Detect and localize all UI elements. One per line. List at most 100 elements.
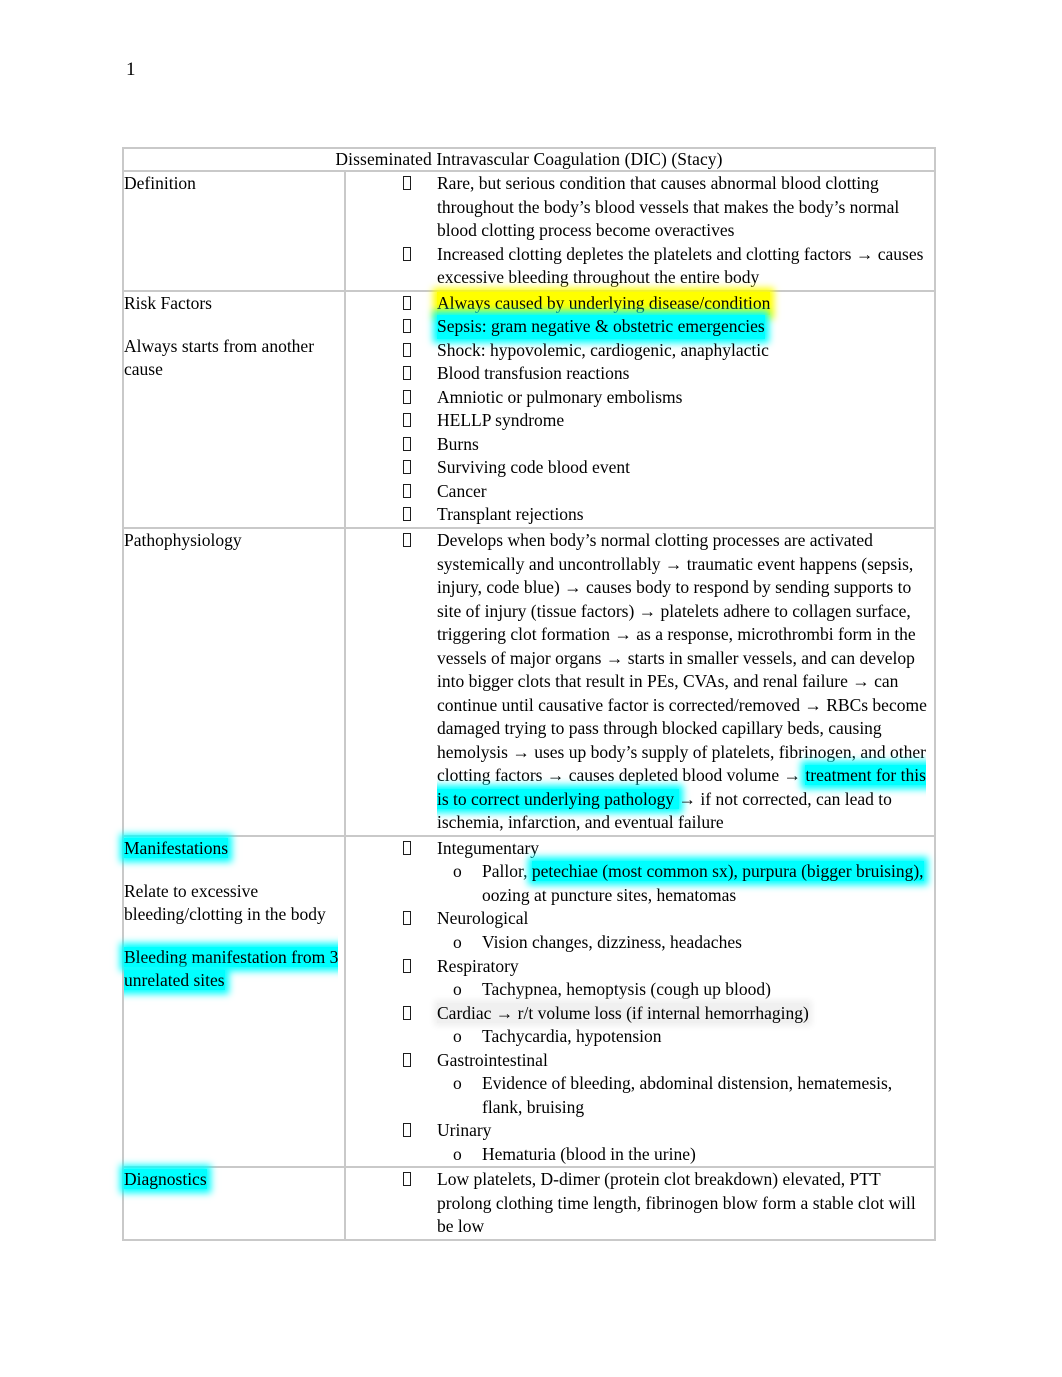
bullet-box-icon — [403, 532, 411, 547]
table-row-manifestations: Manifestations Relate to excessive bleed… — [122, 834, 937, 1169]
list-item: Respiratory o Tachypnea, hemoptysis (coug… — [346, 955, 934, 1002]
list-item: Cancer — [346, 480, 934, 504]
sub-text: Tachypnea, hemoptysis (cough up blood) — [482, 979, 771, 1000]
pathophysiology-bullet-list: Develops when body’s normal clotting pro… — [346, 529, 934, 835]
row-label-note-2: Bleeding manifestation from 3 unrelated … — [124, 946, 344, 992]
row-label-text: Diagnostics — [124, 1168, 344, 1191]
list-item: o Tachypnea, hemoptysis (cough up blood) — [437, 978, 934, 1002]
list-item: Always caused by underlying disease/cond… — [346, 291, 934, 316]
bullet-box-icon — [403, 911, 411, 926]
dic-study-table: Disseminated Intravascular Coagulation (… — [121, 147, 937, 1241]
list-item: Sepsis: gram negative & obstetric emerge… — [346, 315, 934, 339]
table-row-pathophysiology: Pathophysiology Develops when body’s nor… — [122, 526, 937, 837]
bullet-box-icon — [403, 1052, 411, 1067]
bullet-box-icon — [403, 436, 411, 451]
bullet-text: Surviving code blood event — [437, 457, 630, 478]
bullet-text: Shock: hypovolemic, cardiogenic, anaphyl… — [437, 339, 769, 360]
manifestations-sub-list: o Pallor, petechiae (most common sx), pur… — [437, 860, 934, 907]
list-item: Cardiac → r/t volume loss (if internal h… — [346, 1002, 934, 1049]
sub-bullet-marker: o — [453, 979, 462, 1000]
row-label-note: Relate to excessive bleeding/clotting in… — [124, 880, 326, 925]
row-label-definition: Definition — [122, 170, 346, 292]
list-item: o Tachycardia, hypotension — [437, 1025, 934, 1049]
pathophysiology-text-before: Develops when body’s normal clotting pro… — [437, 529, 927, 786]
table-row-definition: Definition Rare, but serious condition t… — [122, 170, 937, 292]
bullet-box-icon — [403, 840, 411, 855]
bullet-box-icon — [403, 342, 411, 357]
group-heading: Gastrointestinal — [437, 1049, 548, 1070]
list-item: Develops when body’s normal clotting pro… — [346, 529, 934, 835]
sub-text: Tachycardia, hypotension — [482, 1026, 662, 1047]
risk-factors-bullet-list: Always caused by underlying disease/cond… — [346, 291, 934, 527]
bullet-text: HELLP syndrome — [437, 410, 565, 431]
page-number: 1 — [126, 59, 136, 80]
row-body-definition: Rare, but serious condition that causes … — [343, 170, 937, 292]
sub-bullet-marker: o — [453, 861, 462, 882]
bullet-text-highlighted-cyan: Sepsis: gram negative & obstetric emerge… — [437, 315, 765, 339]
manifestations-sub-list: o Hematuria (blood in the urine) — [437, 1143, 934, 1167]
list-item: Shock: hypovolemic, cardiogenic, anaphyl… — [346, 339, 934, 363]
sub-text-after: oozing at puncture sites, hematomas — [482, 884, 737, 905]
list-item: Gastrointestinal o Evidence of bleeding,… — [346, 1049, 934, 1120]
row-label-note: Always starts from another cause — [124, 335, 315, 379]
group-heading: Cardiac → r/t volume loss (if internal h… — [437, 1002, 809, 1023]
row-body-manifestations: Integumentary o Pallor, petechiae (most c… — [343, 834, 937, 1169]
row-body-risk-factors: Always caused by underlying disease/cond… — [343, 289, 937, 529]
row-label-text: Manifestations — [124, 837, 344, 860]
sub-text: Vision changes, dizziness, headaches — [482, 932, 742, 952]
bullet-box-icon — [403, 319, 411, 334]
sub-bullet-marker: o — [453, 1073, 462, 1094]
bullet-box-icon — [403, 507, 411, 522]
definition-bullet-list: Rare, but serious condition that causes … — [346, 172, 934, 290]
row-label-diagnostics: Diagnostics — [122, 1166, 346, 1241]
bullet-box-icon — [403, 1005, 411, 1020]
bullet-text: Cancer — [437, 480, 487, 501]
bullet-box-icon — [403, 958, 411, 973]
bullet-text: Increased clotting depletes the platelet… — [437, 243, 924, 288]
row-label-manifestations: Manifestations Relate to excessive bleed… — [122, 834, 346, 1169]
row-label-text: Pathophysiology — [124, 529, 242, 550]
list-item: Increased clotting depletes the platelet… — [346, 243, 934, 290]
table-title: Disseminated Intravascular Coagulation (… — [121, 147, 937, 172]
bullet-text: Burns — [437, 433, 479, 454]
manifestations-sub-list: o Tachypnea, hemoptysis (cough up blood) — [437, 978, 934, 1002]
list-item: Urinary o Hematuria (blood in the urine) — [346, 1119, 934, 1166]
row-body-pathophysiology: Develops when body’s normal clotting pro… — [343, 526, 937, 837]
sub-text: Hematuria (blood in the urine) — [482, 1143, 696, 1164]
group-heading: Neurological — [437, 908, 529, 929]
list-item: o Pallor, petechiae (most common sx), pur… — [437, 860, 934, 907]
row-label-highlighted: Manifestations — [124, 837, 229, 858]
bullet-box-icon — [403, 413, 411, 428]
bullet-box-icon — [403, 246, 411, 261]
bullet-box-icon — [403, 1172, 411, 1187]
bullet-text: Amniotic or pulmonary embolisms — [437, 386, 683, 407]
bullet-box-icon — [403, 1123, 411, 1138]
sub-bullet-marker: o — [453, 1143, 462, 1164]
sub-text-highlighted: petechiae (most common sx), purpura (big… — [531, 861, 924, 882]
table-row-diagnostics: Diagnostics Low platelets, D-dimer (prot… — [122, 1166, 937, 1241]
list-item: Surviving code blood event — [346, 456, 934, 480]
table-row-risk-factors: Risk Factors Always starts from another … — [122, 289, 937, 529]
list-item: HELLP syndrome — [346, 409, 934, 433]
list-item: Integumentary o Pallor, petechiae (most c… — [346, 837, 934, 908]
bullet-text: Blood transfusion reactions — [437, 363, 630, 384]
row-label-text: Risk Factors — [124, 292, 212, 313]
row-label-highlighted: Diagnostics — [124, 1169, 207, 1190]
diagnostics-bullet-list: Low platelets, D-dimer (protein clot bre… — [346, 1168, 934, 1239]
bullet-box-icon — [403, 366, 411, 381]
table-row-title: Disseminated Intravascular Coagulation (… — [121, 147, 937, 172]
sub-text: Evidence of bleeding, abdominal distensi… — [482, 1073, 893, 1117]
manifestations-sub-list: o Vision changes, dizziness, headaches — [437, 931, 934, 955]
list-item: Blood transfusion reactions — [346, 362, 934, 386]
list-item: o Vision changes, dizziness, headaches — [437, 931, 934, 955]
row-body-diagnostics: Low platelets, D-dimer (protein clot bre… — [343, 1166, 937, 1241]
bullet-text: Low platelets, D-dimer (protein clot bre… — [437, 1169, 916, 1237]
row-label-pathophysiology: Pathophysiology — [122, 526, 346, 837]
bullet-text: Rare, but serious condition that causes … — [437, 173, 900, 241]
bullet-box-icon — [403, 483, 411, 498]
list-item: Amniotic or pulmonary embolisms — [346, 386, 934, 410]
list-item: Neurological o Vision changes, dizziness,… — [346, 907, 934, 954]
row-label-text: Definition — [124, 173, 196, 193]
list-item: Rare, but serious condition that causes … — [346, 172, 934, 243]
sub-bullet-marker: o — [453, 932, 462, 952]
